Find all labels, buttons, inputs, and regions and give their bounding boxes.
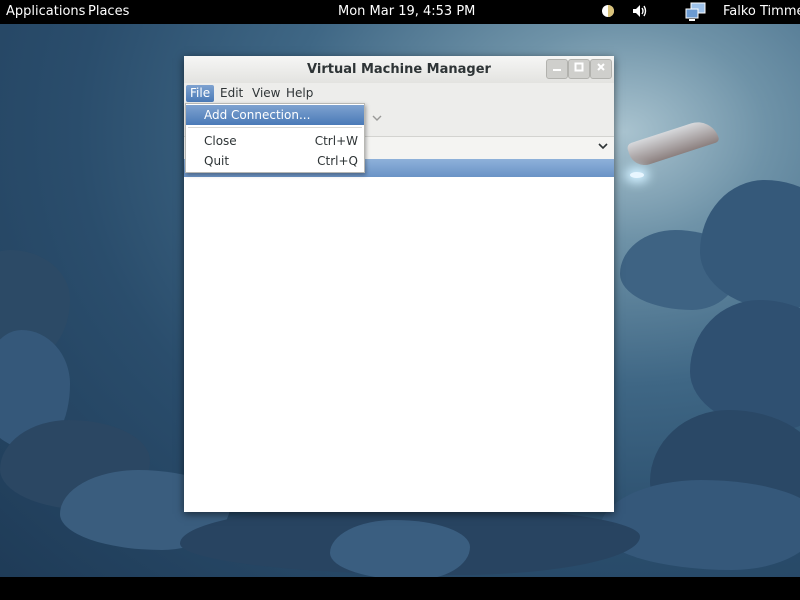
network-icon[interactable] (685, 2, 707, 26)
menu-separator (188, 127, 362, 128)
places-menu[interactable]: Places (88, 4, 129, 19)
menu-item-label: Quit (204, 154, 230, 168)
toolbar-dropdown-chevron-icon[interactable] (372, 112, 382, 125)
close-icon (597, 63, 605, 71)
menu-item-accelerator: Ctrl+Q (317, 154, 358, 168)
connection-list[interactable] (184, 177, 614, 512)
user-menu[interactable]: Falko Timme (723, 4, 800, 19)
volume-icon[interactable] (632, 4, 648, 22)
close-window-button[interactable] (590, 59, 612, 79)
file-menu-dropdown: Add Connection... Close Ctrl+W Quit Ctrl… (185, 103, 365, 173)
menu-item-quit[interactable]: Quit Ctrl+Q (186, 151, 364, 171)
bottom-panel (0, 577, 800, 600)
night-light-icon[interactable] (601, 4, 615, 22)
maximize-icon (574, 62, 584, 72)
wallpaper-spaceship-light (630, 172, 644, 178)
menu-item-accelerator: Ctrl+W (314, 134, 358, 148)
menu-file[interactable]: File (186, 85, 215, 102)
menu-help[interactable]: Help (282, 85, 317, 102)
top-panel: Applications Places Mon Mar 19, 4:53 PM … (0, 0, 800, 24)
maximize-button[interactable] (568, 59, 590, 79)
menubar: File Edit View Help (184, 83, 614, 104)
wallpaper-spaceship (626, 116, 720, 170)
clock[interactable]: Mon Mar 19, 4:53 PM (338, 4, 475, 19)
window-titlebar[interactable]: Virtual Machine Manager (184, 56, 614, 84)
wallpaper-rock (330, 520, 470, 580)
menu-item-label: Add Connection... (204, 108, 311, 122)
menu-item-label: Close (204, 134, 237, 148)
applications-menu[interactable]: Applications (6, 4, 85, 19)
menu-edit[interactable]: Edit (216, 85, 247, 102)
minimize-button[interactable] (546, 59, 568, 79)
menu-item-close[interactable]: Close Ctrl+W (186, 131, 364, 151)
wallpaper-rock (600, 480, 800, 570)
menu-item-add-connection[interactable]: Add Connection... (186, 105, 364, 125)
chevron-down-icon[interactable] (598, 140, 608, 153)
menu-view[interactable]: View (248, 85, 284, 102)
minimize-icon (553, 69, 561, 71)
